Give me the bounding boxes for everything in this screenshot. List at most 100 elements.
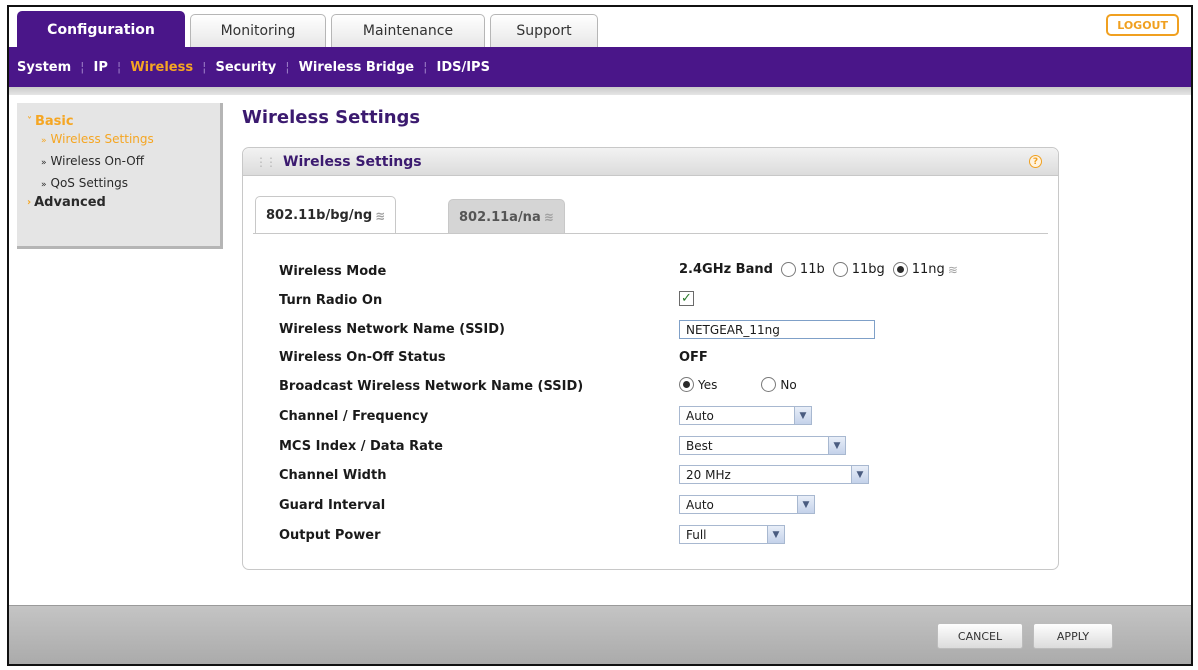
nav-item-label: QoS Settings <box>50 176 128 190</box>
cancel-button[interactable]: CANCEL <box>937 623 1023 649</box>
top-tab-bar: Configuration Monitoring Maintenance Sup… <box>9 7 1191 47</box>
mcs-cell: Best ▼ <box>679 436 846 455</box>
wireless-mode-options: 2.4GHz Band 11b 11bg 11ng ≋ <box>679 262 958 277</box>
panel-header: ⋮⋮ Wireless Settings ? <box>243 148 1058 176</box>
submenu-separator: ¦ <box>80 59 85 75</box>
wireless-submenu: System ¦ IP ¦ Wireless ¦ Security ¦ Wire… <box>9 47 1191 87</box>
nav-basic[interactable]: ˅ Basic <box>27 114 210 129</box>
mode-option-label: 11bg <box>851 262 885 277</box>
mode-11b-radio[interactable] <box>780 262 796 277</box>
output-power-cell: Full ▼ <box>679 525 785 544</box>
turn-radio-on-label: Turn Radio On <box>279 293 383 308</box>
tab-monitoring[interactable]: Monitoring <box>190 14 326 47</box>
tab-configuration[interactable]: Configuration <box>17 11 185 47</box>
mcs-selected-value: Best <box>686 438 713 453</box>
guard-interval-cell: Auto ▼ <box>679 495 815 514</box>
mode-option-label: 11b <box>799 262 825 277</box>
channel-select[interactable]: Auto ▼ <box>679 406 812 425</box>
band-tab-label: 802.11b/bg/ng <box>266 208 373 223</box>
broadcast-yes-radio[interactable] <box>679 377 694 392</box>
submenu-separator: ¦ <box>116 59 122 75</box>
mcs-label: MCS Index / Data Rate <box>279 439 443 454</box>
chevron-down-icon: ▼ <box>767 526 784 543</box>
ssid-label: Wireless Network Name (SSID) <box>279 322 505 337</box>
onoff-status-label: Wireless On-Off Status <box>279 350 446 365</box>
page-title: Wireless Settings <box>242 107 421 128</box>
broadcast-ssid-label: Broadcast Wireless Network Name (SSID) <box>279 379 584 394</box>
nav-item-label: Wireless Settings <box>50 132 154 146</box>
router-admin-window: Configuration Monitoring Maintenance Sup… <box>7 5 1193 666</box>
turn-radio-on-checkbox[interactable]: ✓ <box>679 291 694 306</box>
tab-band-24ghz[interactable]: 802.11b/bg/ng ≋ <box>255 196 397 234</box>
chevron-right-icon: » <box>41 136 47 146</box>
nav-advanced[interactable]: › Advanced <box>27 195 210 210</box>
submenu-wireless[interactable]: Wireless <box>130 60 193 75</box>
chevron-down-icon: ▼ <box>851 466 868 483</box>
mode-option-label: 11ng <box>911 262 945 277</box>
submenu-separator: ¦ <box>285 59 290 75</box>
submenu-separator: ¦ <box>423 59 428 75</box>
broadcast-option-label: No <box>780 377 797 392</box>
tab-band-5ghz[interactable]: 802.11a/na ≋ <box>448 199 565 234</box>
header-divider <box>9 87 1191 95</box>
broadcast-ssid-options: Yes No <box>679 377 797 392</box>
band-label: 2.4GHz Band <box>679 262 773 277</box>
footer-bar: CANCEL APPLY <box>9 605 1191 664</box>
mode-11bg-radio[interactable] <box>832 262 848 277</box>
nav-wireless-settings[interactable]: » Wireless Settings <box>27 129 210 151</box>
ssid-input[interactable] <box>679 320 875 339</box>
chevron-right-icon: » <box>41 158 47 168</box>
channel-width-label: Channel Width <box>279 468 387 483</box>
panel-title: Wireless Settings <box>283 153 422 170</box>
chevron-right-icon: › <box>27 197 32 208</box>
grip-icon: ⋮⋮ <box>255 154 277 169</box>
guard-interval-label: Guard Interval <box>279 498 386 513</box>
wireless-settings-panel: ⋮⋮ Wireless Settings ? 802.11b/bg/ng ≋ 8… <box>242 147 1059 570</box>
submenu-ids-ips[interactable]: IDS/IPS <box>436 60 489 75</box>
wireless-mode-label: Wireless Mode <box>279 264 387 279</box>
channel-cell: Auto ▼ <box>679 406 812 425</box>
submenu-wireless-bridge[interactable]: Wireless Bridge <box>299 60 415 75</box>
mode-11ng-radio[interactable] <box>892 262 908 277</box>
nav-wireless-on-off[interactable]: » Wireless On-Off <box>27 151 210 173</box>
wifi-icon: ≋ <box>375 208 386 223</box>
channel-width-select[interactable]: 20 MHz ▼ <box>679 465 869 484</box>
tab-support[interactable]: Support <box>490 14 598 47</box>
apply-button[interactable]: APPLY <box>1033 623 1113 649</box>
channel-width-cell: 20 MHz ▼ <box>679 465 869 484</box>
nav-basic-label: Basic <box>35 114 74 129</box>
broadcast-no-radio[interactable] <box>761 377 777 392</box>
broadcast-option-label: Yes <box>698 377 718 392</box>
nav-qos-settings[interactable]: » QoS Settings <box>27 173 210 195</box>
ssid-cell <box>679 320 875 339</box>
tab-divider <box>253 233 1048 234</box>
channel-width-selected-value: 20 MHz <box>686 467 731 482</box>
mcs-select[interactable]: Best ▼ <box>679 436 846 455</box>
channel-selected-value: Auto <box>686 408 714 423</box>
wifi-icon: ≋ <box>543 210 554 224</box>
onoff-status-value: OFF <box>679 350 708 365</box>
chevron-down-icon: ▼ <box>828 437 845 454</box>
output-power-selected-value: Full <box>686 527 707 542</box>
submenu-ip[interactable]: IP <box>94 60 108 75</box>
tab-maintenance[interactable]: Maintenance <box>331 14 485 47</box>
submenu-separator: ¦ <box>202 59 207 75</box>
turn-radio-on-cell: ✓ <box>679 291 694 306</box>
guard-interval-selected-value: Auto <box>686 497 714 512</box>
submenu-system[interactable]: System <box>17 60 71 75</box>
channel-label: Channel / Frequency <box>279 409 429 424</box>
left-navigation: ˅ Basic » Wireless Settings » Wireless On-… <box>17 103 223 249</box>
nav-advanced-label: Advanced <box>34 195 106 210</box>
nav-item-label: Wireless On-Off <box>50 154 144 168</box>
output-power-select[interactable]: Full ▼ <box>679 525 785 544</box>
wifi-icon: ≋ <box>947 262 958 277</box>
band-tab-label: 802.11a/na <box>459 209 541 225</box>
chevron-right-icon: » <box>41 180 47 190</box>
chevron-down-icon: ▼ <box>794 407 811 424</box>
submenu-security[interactable]: Security <box>215 60 276 75</box>
guard-interval-select[interactable]: Auto ▼ <box>679 495 815 514</box>
logout-button[interactable]: LOGOUT <box>1106 14 1179 36</box>
chevron-down-icon: ˅ <box>27 116 32 127</box>
output-power-label: Output Power <box>279 528 381 543</box>
help-icon[interactable]: ? <box>1029 155 1042 168</box>
